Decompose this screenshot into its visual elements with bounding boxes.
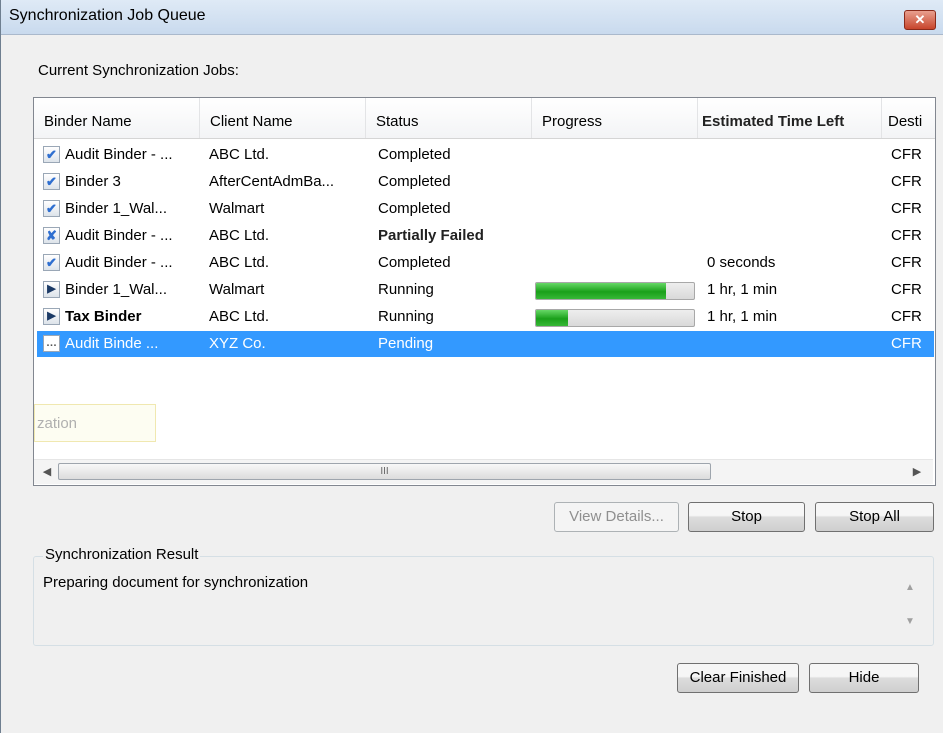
clear-finished-button[interactable]: Clear Finished	[677, 663, 799, 693]
binder-name-cell: Audit Binder - ...	[65, 146, 173, 163]
destination-cell: CFR	[891, 227, 922, 244]
list-header: Binder Name Client Name Status Progress …	[34, 98, 935, 139]
table-row[interactable]: ✔ Audit Binder - ... ABC Ltd. Completed CFR	[37, 142, 934, 168]
estimated-time-cell	[707, 331, 877, 357]
progress-bar	[535, 282, 695, 300]
scroll-right-arrow-icon[interactable]: ▶	[908, 463, 926, 481]
client-name-cell: XYZ Co.	[209, 335, 266, 352]
progress-bar	[535, 309, 695, 327]
client-name-cell: Walmart	[209, 200, 265, 217]
binder-name-cell: Binder 1_Wal...	[65, 281, 167, 298]
stop-all-button[interactable]: Stop All	[815, 502, 934, 532]
window-title: Synchronization Job Queue	[9, 7, 206, 24]
estimated-time-cell: 1 hr, 1 min	[707, 308, 778, 325]
column-header-estimated-time-left[interactable]: Estimated Time Left	[698, 98, 882, 138]
scroll-down-arrow-icon[interactable]: ▼	[905, 616, 915, 627]
client-name-cell: ABC Ltd.	[209, 308, 270, 325]
partial-fail-icon: ✘	[43, 227, 60, 244]
ghost-tooltip: zation	[34, 404, 156, 442]
estimated-time-cell	[707, 142, 877, 168]
jobs-list[interactable]: Binder Name Client Name Status Progress …	[33, 97, 936, 486]
checkmark-icon: ✔	[43, 200, 60, 217]
result-group-title: Synchronization Result	[43, 546, 201, 563]
estimated-time-cell: 0 seconds	[707, 254, 776, 271]
progress-fill	[536, 310, 568, 326]
checkmark-icon: ✔	[43, 146, 60, 163]
estimated-time-cell: 1 hr, 1 min	[707, 281, 778, 298]
destination-cell: CFR	[891, 146, 922, 163]
pending-icon: …	[43, 335, 60, 352]
play-icon: ▶	[43, 281, 60, 298]
horizontal-scrollbar[interactable]: ◀ III ▶	[34, 459, 933, 484]
view-details-button[interactable]: View Details...	[554, 502, 679, 532]
table-row[interactable]: … Audit Binde ... XYZ Co. Pending CFR	[37, 331, 934, 357]
result-group	[33, 556, 934, 646]
binder-name-cell: Audit Binde ...	[65, 335, 159, 352]
checkmark-icon: ✔	[43, 254, 60, 271]
title-bar: Synchronization Job Queue ✕	[1, 0, 943, 35]
client-name-cell: ABC Ltd.	[209, 146, 270, 163]
destination-cell: CFR	[891, 254, 922, 271]
destination-cell: CFR	[891, 173, 922, 190]
result-vertical-scrollbar[interactable]: ▲ ▼	[898, 566, 924, 638]
destination-cell: CFR	[891, 308, 922, 325]
estimated-time-cell	[707, 223, 877, 249]
checkmark-icon: ✔	[43, 173, 60, 190]
play-icon: ▶	[43, 308, 60, 325]
column-header-progress[interactable]: Progress	[532, 98, 698, 138]
current-jobs-label: Current Synchronization Jobs:	[38, 62, 239, 79]
status-cell: Completed	[378, 146, 451, 163]
client-name-cell: ABC Ltd.	[209, 254, 270, 271]
table-row[interactable]: ✔ Audit Binder - ... ABC Ltd. Completed 0 se…	[37, 250, 934, 276]
table-row[interactable]: ▶ Binder 1_Wal... Walmart Running 1 hr, 1 mi…	[37, 277, 934, 303]
status-cell: Pending	[378, 335, 434, 352]
close-button[interactable]: ✕	[904, 10, 936, 30]
binder-name-cell: Binder 1_Wal...	[65, 200, 167, 217]
table-row[interactable]: ✔ Binder 3 AfterCentAdmBa... Completed CFR	[37, 169, 934, 195]
estimated-time-cell	[707, 196, 877, 222]
horizontal-scroll-thumb[interactable]: III	[58, 463, 711, 480]
progress-fill	[536, 283, 666, 299]
status-cell: Completed	[378, 254, 451, 271]
column-header-destination[interactable]: Desti	[882, 98, 935, 138]
table-row[interactable]: ✘ Audit Binder - ... ABC Ltd. Partially Fai…	[37, 223, 934, 249]
stop-button[interactable]: Stop	[688, 502, 805, 532]
binder-name-cell: Tax Binder	[65, 308, 142, 325]
status-cell: Completed	[378, 173, 451, 190]
destination-cell: CFR	[891, 200, 922, 217]
status-cell: Running	[378, 281, 434, 298]
binder-name-cell: Audit Binder - ...	[65, 227, 173, 244]
status-cell: Running	[378, 308, 434, 325]
client-name-cell: ABC Ltd.	[209, 227, 270, 244]
sync-job-queue-window: Synchronization Job Queue ✕ Current Sync…	[0, 0, 943, 733]
destination-cell: CFR	[891, 281, 922, 298]
scroll-left-arrow-icon[interactable]: ◀	[38, 463, 56, 481]
status-cell: Completed	[378, 200, 451, 217]
table-row[interactable]: ✔ Binder 1_Wal... Walmart Completed CFR	[37, 196, 934, 222]
destination-cell: CFR	[891, 335, 922, 352]
table-row[interactable]: ▶ Tax Binder ABC Ltd. Running 1 hr, 1 min CFR	[37, 304, 934, 330]
binder-name-cell: Binder 3	[65, 173, 121, 190]
client-name-cell: Walmart	[209, 281, 265, 298]
column-header-status[interactable]: Status	[366, 98, 532, 138]
column-header-binder-name[interactable]: Binder Name	[34, 98, 200, 138]
result-text: Preparing document for synchronization	[43, 574, 309, 591]
scroll-up-arrow-icon[interactable]: ▲	[905, 582, 915, 593]
estimated-time-cell	[707, 169, 877, 195]
status-cell: Partially Failed	[378, 227, 484, 244]
client-name-cell: AfterCentAdmBa...	[209, 173, 335, 190]
column-header-client-name[interactable]: Client Name	[200, 98, 366, 138]
hide-button[interactable]: Hide	[809, 663, 919, 693]
binder-name-cell: Audit Binder - ...	[65, 254, 173, 271]
